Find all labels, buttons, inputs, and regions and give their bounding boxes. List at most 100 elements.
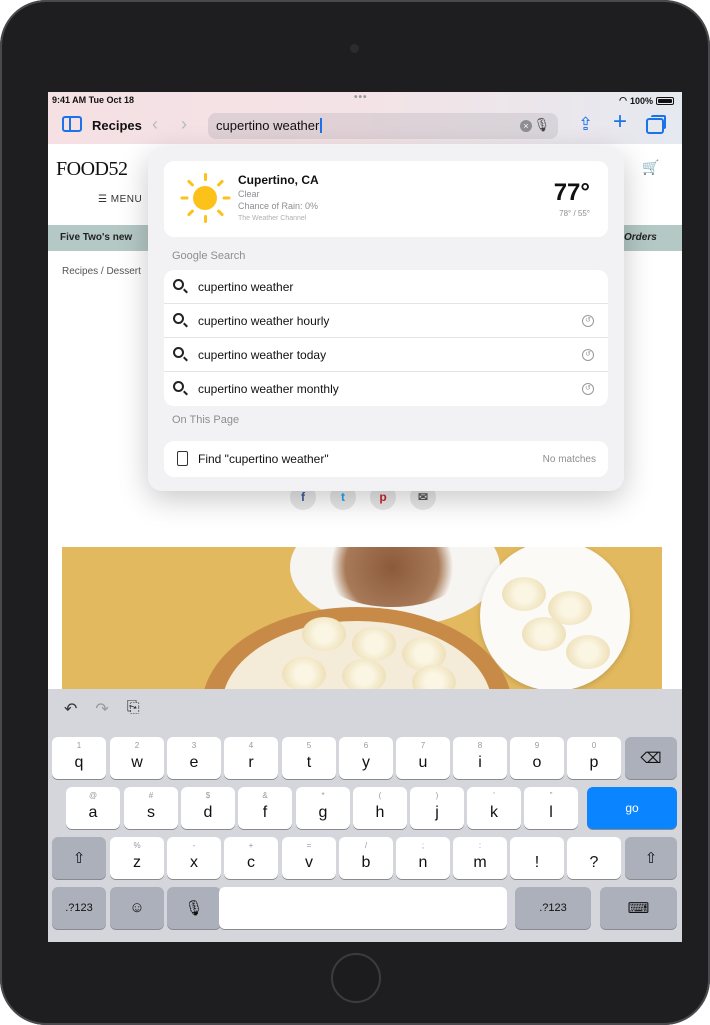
key-w[interactable]: 2w [110,737,164,779]
weather-card[interactable]: Cupertino, CA Clear Chance of Rain: 0% T… [164,161,608,237]
keyboard-shortcut-bar: ↶ ↷ ⎘ [64,699,140,719]
address-bar-text: cupertino weather [216,118,323,133]
new-tab-icon[interactable]: + [613,110,627,134]
key-y[interactable]: 6y [339,737,393,779]
key-exclamation[interactable]: ! [510,837,564,879]
suggestion-text: cupertino weather hourly [198,314,330,328]
back-icon[interactable]: ‹ [152,114,158,134]
forward-icon[interactable]: › [181,114,187,134]
search-icon [173,279,184,290]
on-this-page-heading: On This Page [172,414,240,426]
onscreen-keyboard: ↶ ↷ ⎘ 1q 2w 3e 4r 5t 6y 7u 8i 9o 0p ⌫ @ a… [48,689,682,942]
breadcrumb[interactable]: Recipes / Dessert [62,266,141,277]
microphone-icon: 🎙 [184,900,204,917]
suggestion-text: cupertino weather monthly [198,382,339,396]
weather-rain-chance: Chance of Rain: 0% [238,201,319,211]
key-m[interactable]: :m [453,837,507,879]
screen: 9:41 AM Tue Oct 18 ••• ◠ 100% Recipes ‹ … [48,92,682,942]
key-v[interactable]: = v [282,837,336,879]
home-button[interactable] [331,953,381,1003]
key-z[interactable]: % z [110,837,164,879]
key-b[interactable]: / b [339,837,393,879]
site-logo[interactable]: FOOD52 [56,158,128,181]
shift-key-left[interactable]: ⇧ [52,837,106,879]
key-l[interactable]: " l [524,787,578,829]
status-time: 9:41 AM Tue Oct 18 [52,95,135,105]
delete-icon: ⌫ [640,750,662,767]
numbers-key-left[interactable]: .?123 [52,887,106,929]
key-n[interactable]: ; n [396,837,450,879]
dictation-key[interactable]: 🎙 [167,887,221,929]
microphone-icon[interactable]: 🎙 [533,117,550,133]
banana-slice-shape [502,577,546,611]
key-h[interactable]: (h [353,787,407,829]
key-g[interactable]: * g [296,787,350,829]
cart-icon[interactable]: 🛒 [642,159,659,176]
key-t[interactable]: 5t [282,737,336,779]
safari-toolbar-area: 9:41 AM Tue Oct 18 ••• ◠ 100% Recipes ‹ … [48,92,682,144]
status-bar: 9:41 AM Tue Oct 18 ••• ◠ 100% [48,92,682,108]
go-key[interactable]: go [587,787,677,829]
key-j[interactable]: ) j [410,787,464,829]
site-menu-button[interactable]: ☰ MENU [98,194,142,205]
ipad-frame: 9:41 AM Tue Oct 18 ••• ◠ 100% Recipes ‹ … [0,0,710,1025]
emoji-icon: ☺ [129,899,145,916]
paste-icon[interactable]: ⎘ [127,699,140,719]
key-o[interactable]: 9o [510,737,564,779]
search-suggestion[interactable]: cupertino weather [164,270,608,304]
wifi-icon: ◠ [619,95,627,105]
key-e[interactable]: 3e [167,737,221,779]
banana-slice-shape [522,617,566,651]
tab-group-label[interactable]: Recipes [92,118,142,133]
key-a[interactable]: @ a [66,787,120,829]
key-question[interactable]: ? [567,837,621,879]
key-u[interactable]: 7u [396,737,450,779]
key-x[interactable]: -x [167,837,221,879]
multitasking-dots[interactable]: ••• [354,92,368,103]
history-icon: ↺ [582,349,594,361]
search-suggestions-popover: Cupertino, CA Clear Chance of Rain: 0% T… [148,148,624,491]
recipe-photo [62,547,662,690]
text-cursor [320,118,323,133]
tab-overview-icon[interactable] [646,115,666,134]
status-right: ◠ 100% [619,95,674,106]
find-on-page-row[interactable]: Find "cupertino weather" No matches [164,441,608,477]
key-s[interactable]: # s [124,787,178,829]
share-icon[interactable]: ⇪ [578,114,593,134]
key-r[interactable]: 4r [224,737,278,779]
suggestion-text: cupertino weather [198,280,294,294]
key-c[interactable]: + c [224,837,278,879]
shift-icon: ⇧ [72,850,86,867]
history-icon: ↺ [582,315,594,327]
search-suggestion[interactable]: cupertino weather monthly ↺ [164,372,608,406]
key-q[interactable]: 1q [52,737,106,779]
address-bar[interactable]: cupertino weather × 🎙 [208,113,558,139]
weather-condition: Clear [238,189,260,199]
redo-icon[interactable]: ↷ [95,699,108,719]
key-f[interactable]: & f [238,787,292,829]
key-p[interactable]: 0p [567,737,621,779]
key-k[interactable]: ' k [467,787,521,829]
search-suggestion[interactable]: cupertino weather today ↺ [164,338,608,372]
key-d[interactable]: $ d [181,787,235,829]
keyboard-icon: ⌨ [627,900,650,917]
space-bar[interactable] [219,887,507,929]
clear-text-icon[interactable]: × [520,120,532,132]
hide-keyboard-key[interactable]: ⌨ [600,887,677,929]
key-i[interactable]: 8i [453,737,507,779]
search-suggestion[interactable]: cupertino weather hourly ↺ [164,304,608,338]
banner-left-text: Five Two's new [60,232,133,243]
banana-slice-shape [282,657,326,690]
search-icon [173,381,184,392]
find-match-status: No matches [542,454,596,465]
undo-icon[interactable]: ↶ [64,699,77,719]
delete-key[interactable]: ⌫ [625,737,677,779]
numbers-key-right[interactable]: .?123 [515,887,591,929]
banana-slice-shape [352,627,396,661]
shift-key-right[interactable]: ⇧ [625,837,677,879]
sidebar-toggle-icon[interactable] [62,116,82,132]
front-camera [350,44,359,53]
emoji-key[interactable]: ☺ [110,887,164,929]
history-icon: ↺ [582,383,594,395]
google-search-heading: Google Search [172,250,246,262]
